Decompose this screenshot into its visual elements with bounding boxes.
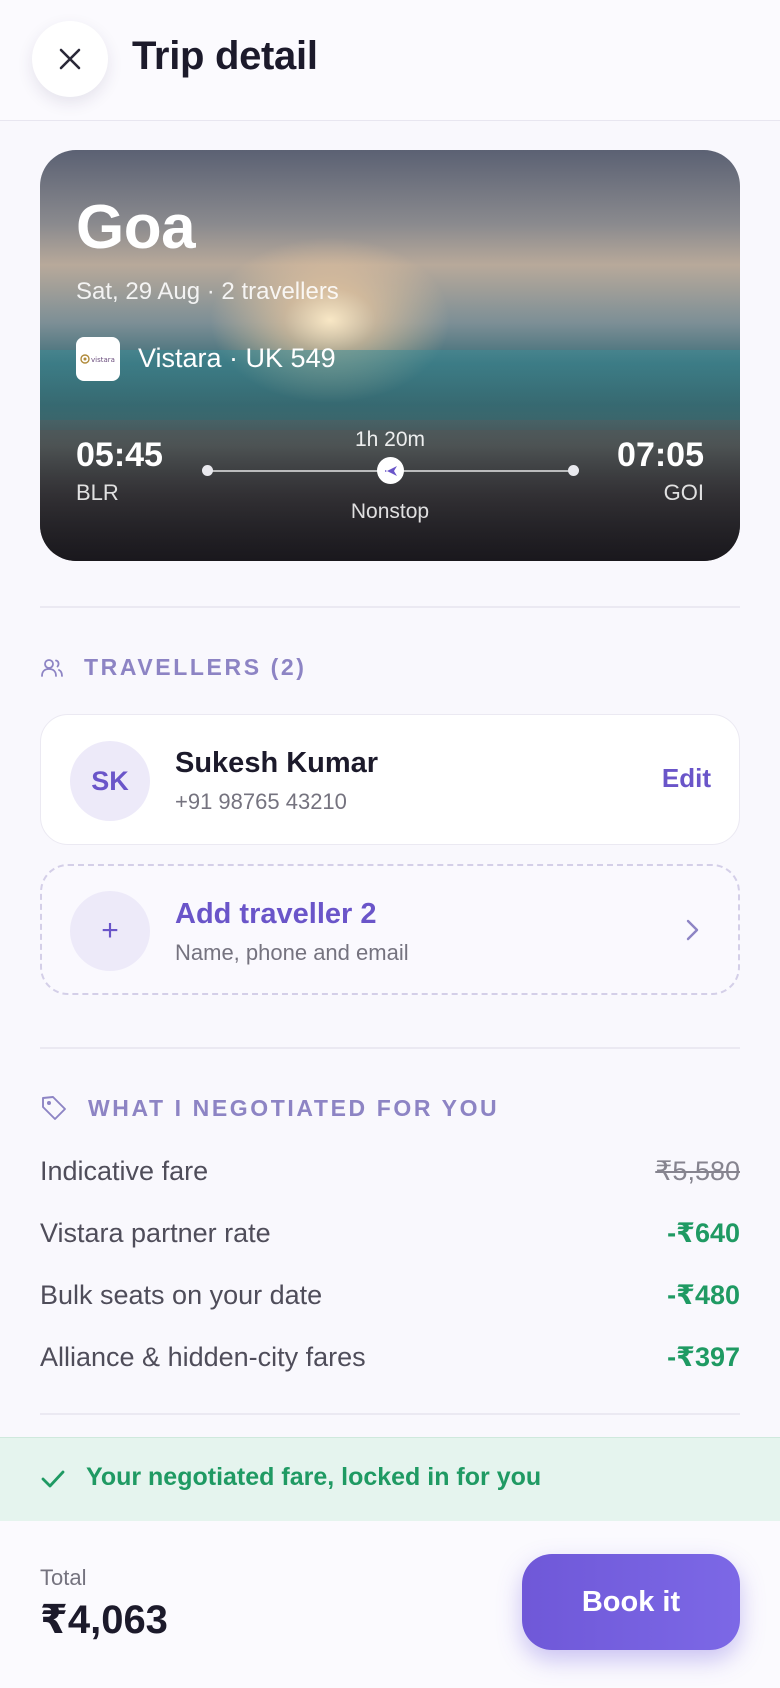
close-icon (59, 48, 81, 70)
negotiation-section-label: WHAT I NEGOTIATED FOR YOU (40, 1094, 499, 1122)
plane-icon (384, 465, 397, 476)
route-start-dot (202, 465, 213, 476)
add-traveller-subtitle: Name, phone and email (175, 940, 409, 965)
fare-row: Vistara partner rate -₹640 (40, 1218, 740, 1258)
fare-label: Alliance & hidden-city fares (40, 1342, 366, 1372)
route-end-dot (568, 465, 579, 476)
destination-city: Goa (76, 193, 196, 262)
fare-label: Vistara partner rate (40, 1218, 271, 1248)
close-button[interactable] (32, 21, 108, 97)
svg-text:vistara: vistara (91, 356, 115, 364)
flight-duration: 1h 20m (354, 428, 426, 451)
add-traveller-title: Add traveller 2 (175, 898, 377, 930)
fare-label: Indicative fare (40, 1156, 209, 1186)
fare-row: Bulk seats on your date -₹480 (40, 1280, 740, 1320)
travellers-section-label: TRAVELLERS (2) (40, 654, 307, 681)
traveller-phone: +91 98765 43210 (175, 789, 347, 814)
trip-detail-screen: Trip detail Goa Sat, 29 Aug · 2 travelle… (0, 0, 780, 1688)
chevron-right-icon (686, 919, 699, 941)
add-traveller-card[interactable]: + Add traveller 2 Name, phone and email (40, 864, 740, 995)
fare-label: Bulk seats on your date (40, 1280, 323, 1310)
header: Trip detail (0, 0, 780, 121)
airline-flight: Vistara · UK 549 (138, 343, 336, 373)
trip-hero-card: Goa Sat, 29 Aug · 2 travellers vistara V… (40, 150, 740, 561)
fare-amount: -₹397 (667, 1342, 740, 1372)
travellers-label: TRAVELLERS (2) (84, 654, 307, 680)
negotiation-label: WHAT I NEGOTIATED FOR YOU (88, 1094, 500, 1121)
divider (40, 1047, 740, 1049)
avatar: SK (70, 741, 150, 821)
vistara-logo-icon: vistara (80, 354, 115, 364)
fare-locked-banner: Your negotiated fare, locked in for you (0, 1437, 780, 1521)
fare-amount: -₹480 (667, 1280, 740, 1310)
total-price: ₹4,063 (40, 1598, 168, 1642)
fare-row: Alliance & hidden-city fares -₹397 (40, 1342, 740, 1382)
divider (40, 1413, 740, 1415)
book-button[interactable]: Book it (522, 1554, 740, 1650)
traveller-card[interactable]: SK Sukesh Kumar +91 98765 43210 Edit (40, 714, 740, 845)
stops-info: Nonstop (350, 500, 430, 523)
fare-locked-text: Your negotiated fare, locked in for you (86, 1463, 542, 1491)
fare-row: Indicative fare ₹5,580 (40, 1156, 740, 1196)
check-icon (41, 1470, 65, 1488)
trip-subtitle: Sat, 29 Aug · 2 travellers (76, 278, 339, 305)
divider (40, 606, 740, 608)
fare-amount: -₹640 (667, 1218, 740, 1248)
traveller-name: Sukesh Kumar (175, 747, 379, 779)
edit-traveller-button[interactable]: Edit (662, 763, 711, 794)
tag-icon (42, 1096, 66, 1120)
total-label: Total (40, 1565, 87, 1590)
footer-bar: Total ₹4,063 Book it (0, 1521, 780, 1688)
users-icon (41, 658, 63, 677)
airline-logo: vistara (76, 337, 120, 381)
plus-icon: + (70, 891, 150, 971)
plane-marker (377, 457, 404, 484)
fare-amount: ₹5,580 (655, 1156, 740, 1186)
page-title: Trip detail (132, 34, 318, 78)
